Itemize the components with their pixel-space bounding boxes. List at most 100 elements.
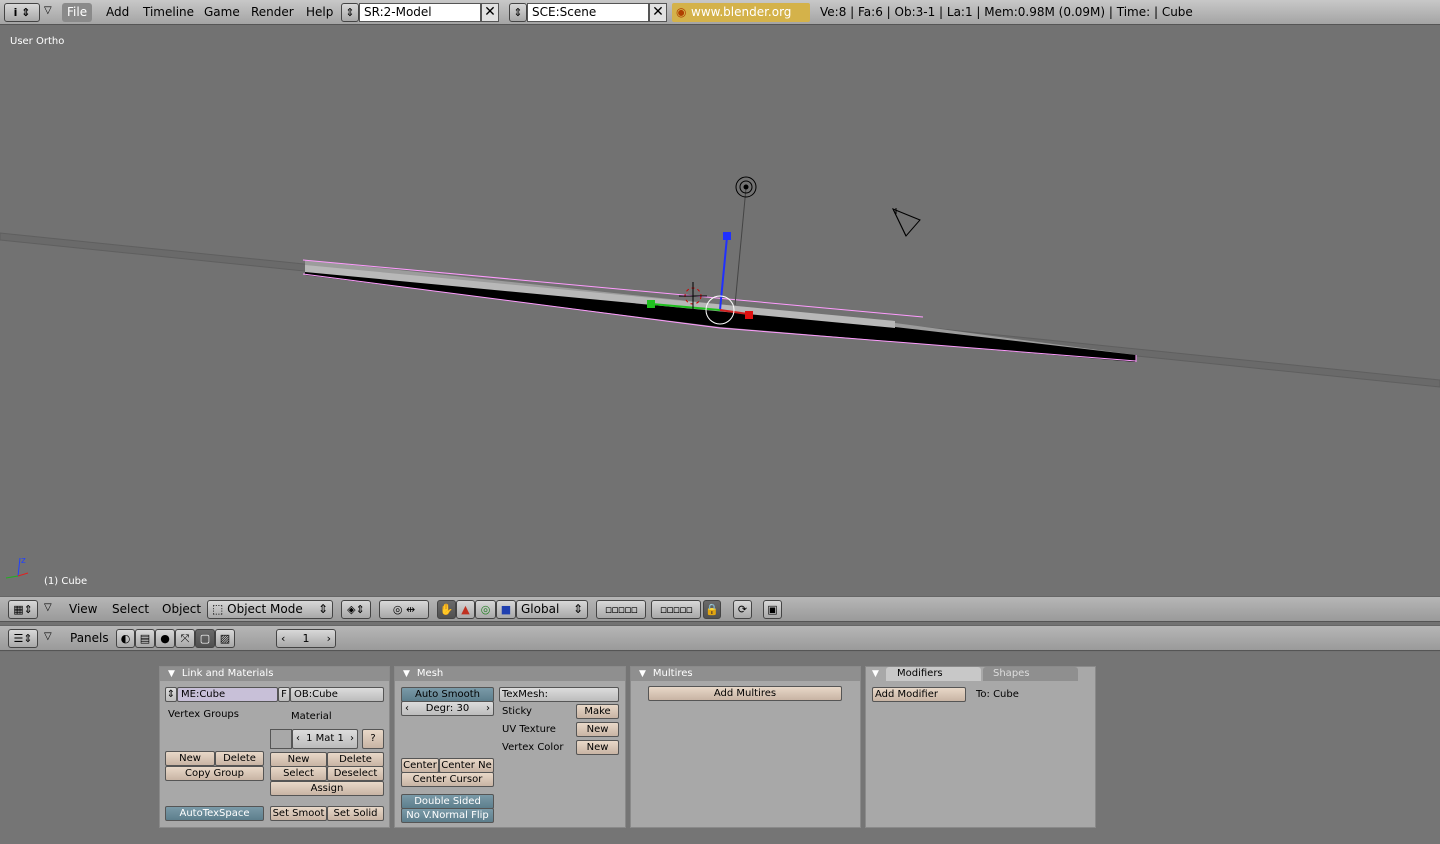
degr-increment-icon[interactable]: ›	[486, 702, 490, 715]
mode-selector[interactable]: ⬚ Object Mode ⇕	[207, 600, 333, 619]
degr-decrement-icon[interactable]: ‹	[405, 702, 409, 715]
tab-modifiers[interactable]: Modifiers	[886, 667, 981, 681]
vertex-color-new-button[interactable]: New	[576, 740, 619, 755]
tab-shapes[interactable]: Shapes	[983, 667, 1078, 681]
lock-layers-icon[interactable]: 🔒	[703, 600, 721, 619]
material-index-field[interactable]: ‹ 1 Mat 1 ›	[292, 729, 358, 749]
autotexspace-toggle[interactable]: AutoTexSpace	[165, 806, 264, 821]
object-context-icon[interactable]: ⤧	[175, 629, 195, 648]
menu-add[interactable]: Add	[101, 3, 134, 22]
object-name-field[interactable]: OB:Cube	[290, 687, 384, 702]
fake-user-button[interactable]: F	[278, 687, 290, 702]
material-color-swatch[interactable]	[270, 729, 292, 749]
screen-browse-button[interactable]: ⇕	[341, 3, 359, 22]
mat-next-icon[interactable]: ›	[350, 730, 354, 748]
mat-prev-icon[interactable]: ‹	[296, 730, 300, 748]
info-icon: i ⇕	[13, 6, 31, 19]
material-select-button[interactable]: Select	[270, 766, 327, 781]
collapse-triangle-icon[interactable]: ▼	[168, 669, 175, 679]
auto-smooth-toggle[interactable]: Auto Smooth	[401, 687, 494, 702]
menu-object[interactable]: Object	[162, 600, 201, 619]
center-cursor-button[interactable]: Center Cursor	[401, 772, 494, 787]
3d-viewport[interactable]: User Ortho z (1) Cube	[0, 25, 1440, 596]
screen-delete-icon[interactable]: ✕	[481, 3, 499, 22]
view3d-editor-type-icon[interactable]: ▦⇕	[8, 600, 38, 619]
vertex-groups-label: Vertex Groups	[168, 709, 239, 720]
script-context-icon[interactable]: ▤	[135, 629, 155, 648]
draw-type-selector[interactable]: ◈⇕	[341, 600, 371, 619]
menu-file[interactable]: File	[62, 3, 93, 22]
translate-manipulator-icon[interactable]: ▲	[456, 600, 475, 619]
orientation-label: Global	[521, 602, 560, 616]
scene-context-icon[interactable]: ▨	[215, 629, 235, 648]
layer-buttons-a[interactable]: ▫▫▫▫▫	[596, 600, 646, 619]
manipulator-toggle-icon[interactable]: ✋	[437, 600, 456, 619]
vgroup-new-button[interactable]: New	[165, 751, 215, 766]
texmesh-field[interactable]: TexMesh:	[499, 687, 619, 702]
screen-name-field[interactable]: SR:2-Model	[359, 3, 481, 22]
buttons-collapse-icon[interactable]: ▽	[44, 631, 52, 642]
panel-title-text: Multires	[652, 668, 693, 679]
add-multires-button[interactable]: Add Multires	[648, 686, 842, 701]
add-modifier-button[interactable]: Add Modifier	[872, 687, 966, 702]
frame-increment-icon[interactable]: ›	[327, 630, 331, 647]
no-vnormal-flip-toggle[interactable]: No V.Normal Flip	[401, 808, 494, 823]
menu-select[interactable]: Select	[112, 600, 149, 619]
editing-context-icon[interactable]: ▢	[195, 629, 215, 648]
set-solid-button[interactable]: Set Solid	[327, 806, 384, 821]
material-label: Material	[291, 711, 332, 722]
editor-type-selector[interactable]: i ⇕	[4, 3, 40, 22]
scene-name-field[interactable]: SCE:Scene	[527, 3, 649, 22]
layer-buttons-b[interactable]: ▫▫▫▫▫	[651, 600, 701, 619]
mesh-name-field[interactable]: ME:Cube	[177, 687, 278, 702]
rotate-manipulator-icon[interactable]: ◎	[475, 600, 496, 619]
orientation-selector[interactable]: Global ⇕	[516, 600, 588, 619]
material-new-button[interactable]: New	[270, 752, 327, 767]
menu-timeline[interactable]: Timeline	[138, 3, 199, 22]
menu-collapse-icon[interactable]: ▽	[44, 5, 52, 16]
menu-view[interactable]: View	[69, 600, 97, 619]
shading-context-icon[interactable]: ●	[155, 629, 175, 648]
render-image-icon[interactable]: ▣	[763, 600, 782, 619]
frame-field[interactable]: ‹ 1 ›	[276, 629, 336, 648]
copy-group-button[interactable]: Copy Group	[165, 766, 264, 781]
degree-slider[interactable]: ‹ Degr: 30 ›	[401, 701, 494, 716]
logic-context-icon[interactable]: ◐	[116, 629, 135, 648]
menu-render[interactable]: Render	[246, 3, 299, 22]
center-button[interactable]: Center	[401, 758, 439, 773]
menu-help[interactable]: Help	[301, 3, 338, 22]
scene-delete-icon[interactable]: ✕	[649, 3, 667, 22]
menu-game[interactable]: Game	[199, 3, 245, 22]
scene-stats: Ve:8 | Fa:6 | Ob:3-1 | La:1 | Mem:0.98M …	[820, 5, 1193, 19]
panel-title-mesh[interactable]: ▼ Mesh	[395, 667, 625, 681]
collapse-triangle-icon[interactable]: ▼	[872, 667, 879, 681]
scale-manipulator-icon[interactable]: ■	[496, 600, 516, 619]
vgroup-delete-button[interactable]: Delete	[215, 751, 264, 766]
material-help-button[interactable]: ?	[362, 729, 384, 749]
collapse-triangle-icon[interactable]: ▼	[639, 669, 646, 679]
material-delete-button[interactable]: Delete	[327, 752, 384, 767]
material-deselect-button[interactable]: Deselect	[327, 766, 384, 781]
panel-title-multires[interactable]: ▼ Multires	[631, 667, 860, 681]
double-sided-toggle[interactable]: Double Sided	[401, 794, 494, 809]
set-smooth-button[interactable]: Set Smoot	[270, 806, 327, 821]
3d-view-header: ▦⇕ ▽ View Select Object ⬚ Object Mode ⇕ ◈…	[0, 596, 1440, 622]
ogl-render-icon[interactable]: ⟳	[733, 600, 752, 619]
lamp-line	[734, 187, 747, 306]
panel-title-link-materials[interactable]: ▼ Link and Materials	[160, 667, 389, 681]
sticky-make-button[interactable]: Make	[576, 704, 619, 719]
scene-browse-button[interactable]: ⇕	[509, 3, 527, 22]
scene-canvas[interactable]: z	[0, 25, 1440, 596]
frame-decrement-icon[interactable]: ‹	[281, 630, 285, 647]
collapse-triangle-icon[interactable]: ▼	[403, 669, 410, 679]
info-header: i ⇕ ▽ File Add Timeline Game Render Help…	[0, 0, 1440, 38]
buttons-editor-type-icon[interactable]: ☰⇕	[8, 629, 38, 648]
uv-texture-new-button[interactable]: New	[576, 722, 619, 737]
material-assign-button[interactable]: Assign	[270, 781, 384, 796]
mode-label: Object Mode	[227, 602, 303, 616]
pivot-selector[interactable]: ◎ ⇹	[379, 600, 429, 619]
mesh-browse-button[interactable]: ⇕	[165, 687, 177, 702]
view3d-collapse-icon[interactable]: ▽	[44, 602, 52, 613]
center-new-button[interactable]: Center Ne	[439, 758, 494, 773]
blender-logo-icon: ◉	[676, 5, 687, 19]
